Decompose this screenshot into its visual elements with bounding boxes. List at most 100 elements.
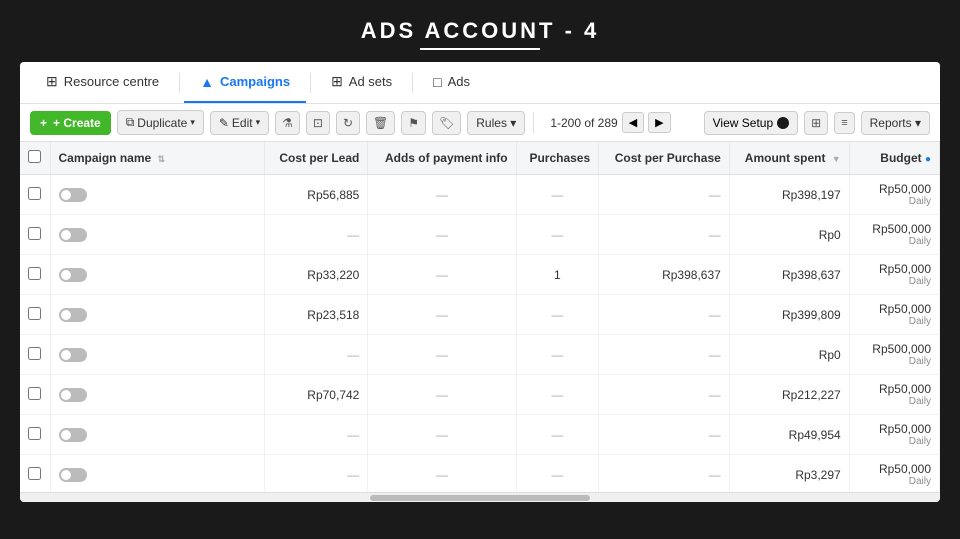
row-checkbox-cell[interactable] — [20, 295, 50, 335]
header-amount-spent[interactable]: Amount spent ▼ — [729, 142, 849, 175]
row-cost-per-purchase: — — [599, 175, 730, 215]
table-row: — — — — Rp49,954 Rp50,000 Daily — [20, 415, 940, 455]
row-adds-payment: — — [368, 455, 516, 493]
create-button[interactable]: + + Create — [30, 111, 111, 135]
row-checkbox[interactable] — [28, 467, 41, 480]
row-campaign-name — [50, 415, 265, 455]
row-toggle[interactable] — [59, 468, 87, 482]
row-budget: Rp50,000 Daily — [849, 255, 939, 295]
ad-sets-icon: ⊞ — [331, 73, 343, 90]
row-checkbox[interactable] — [28, 267, 41, 280]
header-campaign-name[interactable]: Campaign name ⇅ — [50, 142, 265, 175]
row-cost-per-purchase: — — [599, 415, 730, 455]
row-cost-per-purchase: — — [599, 455, 730, 493]
view-setup-button[interactable]: View Setup — [704, 111, 799, 135]
edit-icon: ✎ — [219, 116, 229, 130]
row-adds-payment: — — [368, 255, 516, 295]
row-checkbox-cell[interactable] — [20, 175, 50, 215]
row-toggle[interactable] — [59, 388, 87, 402]
row-toggle[interactable] — [59, 308, 87, 322]
duplicate-button[interactable]: ⧉ Duplicate ▾ — [117, 110, 204, 135]
row-checkbox-cell[interactable] — [20, 335, 50, 375]
column-view-button[interactable]: ⊞ — [804, 111, 828, 135]
row-toggle[interactable] — [59, 348, 87, 362]
row-checkbox[interactable] — [28, 307, 41, 320]
row-checkbox-cell[interactable] — [20, 375, 50, 415]
horizontal-scrollbar[interactable] — [20, 492, 940, 502]
row-purchases: 1 — [516, 255, 599, 295]
row-amount-spent: Rp399,809 — [729, 295, 849, 335]
row-checkbox[interactable] — [28, 387, 41, 400]
row-budget: Rp50,000 Daily — [849, 295, 939, 335]
row-cost-per-lead: Rp33,220 — [265, 255, 368, 295]
reports-button[interactable]: Reports ▾ — [861, 111, 930, 135]
row-budget: Rp500,000 Daily — [849, 215, 939, 255]
table-row: — — — — Rp0 Rp500,000 Daily — [20, 215, 940, 255]
tag-button[interactable]: 🏷 — [432, 111, 461, 135]
row-budget: Rp500,000 Daily — [849, 335, 939, 375]
row-budget: Rp50,000 Daily — [849, 175, 939, 215]
row-adds-payment: — — [368, 215, 516, 255]
table-row: Rp70,742 — — — Rp212,227 Rp50,000 Daily — [20, 375, 940, 415]
tab-ads[interactable]: □ Ads — [417, 62, 486, 103]
tab-bar: ⊞ Resource centre ▲ Campaigns ⊞ Ad sets … — [20, 62, 940, 104]
main-panel: ⊞ Resource centre ▲ Campaigns ⊞ Ad sets … — [20, 62, 940, 502]
pagination-next-button[interactable]: ▶ — [648, 112, 670, 133]
row-checkbox[interactable] — [28, 187, 41, 200]
row-adds-payment: — — [368, 335, 516, 375]
tab-divider-2 — [310, 73, 311, 93]
row-purchases: — — [516, 175, 599, 215]
row-adds-payment: — — [368, 375, 516, 415]
table-row: — — — — Rp0 Rp500,000 Daily — [20, 335, 940, 375]
row-amount-spent: Rp398,637 — [729, 255, 849, 295]
header-cost-per-purchase[interactable]: Cost per Purchase — [599, 142, 730, 175]
tab-campaigns[interactable]: ▲ Campaigns — [184, 62, 306, 103]
row-checkbox-cell[interactable] — [20, 215, 50, 255]
refresh-button[interactable]: ↻ — [336, 111, 360, 135]
row-purchases: — — [516, 455, 599, 493]
row-adds-payment: — — [368, 295, 516, 335]
header-cost-per-lead[interactable]: Cost per Lead — [265, 142, 368, 175]
row-cost-per-purchase: — — [599, 375, 730, 415]
row-purchases: — — [516, 335, 599, 375]
pagination-prev-button[interactable]: ◀ — [622, 112, 644, 133]
row-checkbox-cell[interactable] — [20, 415, 50, 455]
row-checkbox-cell[interactable] — [20, 455, 50, 493]
row-checkbox-cell[interactable] — [20, 255, 50, 295]
delete-button[interactable]: 🗑 — [366, 111, 395, 135]
copy-button[interactable]: ⊡ — [306, 111, 330, 135]
rules-button[interactable]: Rules ▾ — [467, 111, 525, 135]
row-campaign-name — [50, 175, 265, 215]
row-campaign-name — [50, 335, 265, 375]
table-container: Campaign name ⇅ Cost per Lead Adds of pa… — [20, 142, 940, 492]
tab-resource-centre[interactable]: ⊞ Resource centre — [30, 62, 175, 103]
expand-icon: ≡ — [834, 112, 854, 134]
edit-button[interactable]: ✎ Edit ▾ — [210, 111, 269, 135]
row-toggle[interactable] — [59, 428, 87, 442]
header-purchases[interactable]: Purchases — [516, 142, 599, 175]
row-amount-spent: Rp0 — [729, 335, 849, 375]
row-checkbox[interactable] — [28, 347, 41, 360]
select-all-checkbox[interactable] — [28, 150, 41, 163]
row-checkbox[interactable] — [28, 227, 41, 240]
row-amount-spent: Rp49,954 — [729, 415, 849, 455]
row-campaign-name — [50, 295, 265, 335]
row-budget: Rp50,000 Daily — [849, 455, 939, 493]
row-toggle[interactable] — [59, 268, 87, 282]
create-plus-icon: + — [40, 116, 47, 130]
tab-ad-sets[interactable]: ⊞ Ad sets — [315, 62, 408, 103]
row-toggle[interactable] — [59, 188, 87, 202]
row-cost-per-purchase: — — [599, 215, 730, 255]
tab-divider-1 — [179, 73, 180, 93]
header-checkbox[interactable] — [20, 142, 50, 175]
header-adds-payment[interactable]: Adds of payment info — [368, 142, 516, 175]
header-budget[interactable]: Budget ● — [849, 142, 939, 175]
pagination-area: 1-200 of 289 ◀ ▶ — [550, 112, 670, 133]
flag-button[interactable]: ⚑ — [401, 111, 426, 135]
flask-button[interactable]: ⚗ — [275, 111, 300, 135]
page-title-area: ADS ACCOUNT - 4 — [0, 0, 960, 62]
row-toggle[interactable] — [59, 228, 87, 242]
tab-divider-3 — [412, 73, 413, 93]
row-amount-spent: Rp3,297 — [729, 455, 849, 493]
row-checkbox[interactable] — [28, 427, 41, 440]
